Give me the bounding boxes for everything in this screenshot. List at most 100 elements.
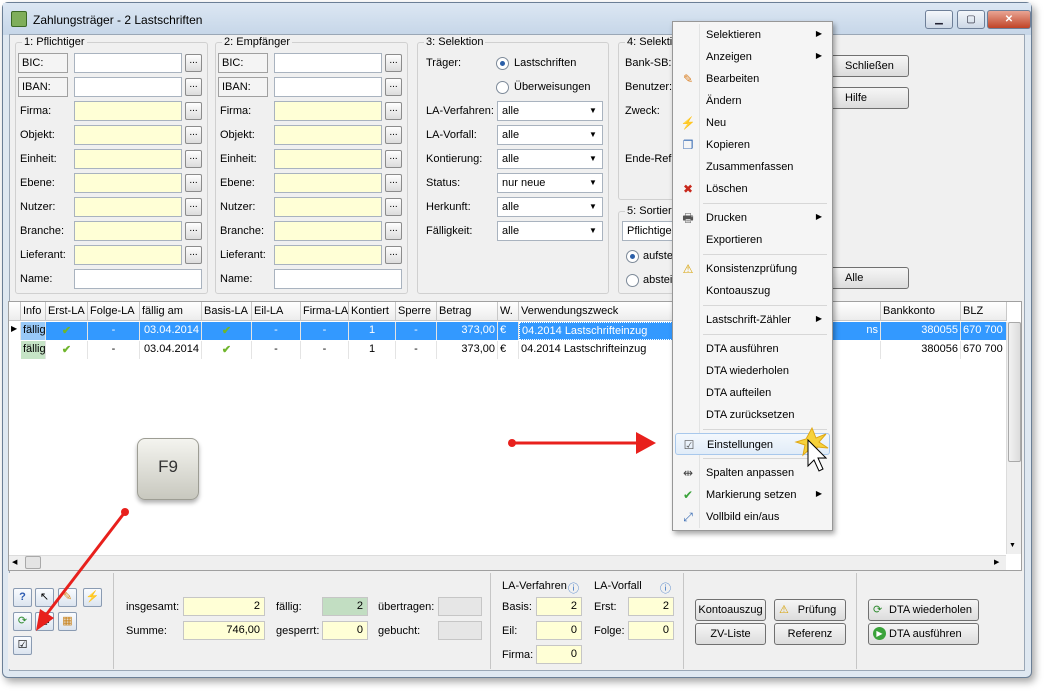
branche-browse-button[interactable]: ... [385,222,402,240]
iban-browse-button[interactable]: ... [185,78,202,96]
column-header[interactable]: Basis-LA [202,302,252,321]
menu-item-dta-ausfuehren[interactable]: DTA ausführen [675,338,830,360]
ebene-browse-button[interactable]: ... [385,174,402,192]
column-header[interactable]: Erst-LA [46,302,88,321]
lavorfall-select[interactable]: alle ▼ [497,125,603,145]
lieferant-input[interactable] [274,245,382,265]
bic-browse-button[interactable]: ... [385,54,402,72]
referenz-button[interactable]: Referenz [774,623,846,645]
nutzer-input[interactable] [274,197,382,217]
menu-item-dta-zuruecksetzen[interactable]: DTA zurücksetzen [675,404,830,426]
nutzer-input[interactable] [74,197,182,217]
menu-item-anzeigen[interactable]: Anzeigen ▶ [675,46,830,68]
objekt-browse-button[interactable]: ... [385,126,402,144]
zv-liste-button[interactable]: ZV-Liste [695,623,766,645]
branche-browse-button[interactable]: ... [185,222,202,240]
scroll-left-icon[interactable]: ◀ [12,558,17,566]
menu-item-neu[interactable]: ⚡ Neu [675,112,830,134]
status-select[interactable]: nur neue ▼ [497,173,603,193]
menu-item-kopieren[interactable]: ❐ Kopieren [675,134,830,156]
objekt-input[interactable] [74,125,182,145]
menu-item-exportieren[interactable]: Exportieren [675,229,830,251]
lieferant-browse-button[interactable]: ... [385,246,402,264]
ebene-input[interactable] [74,173,182,193]
export-icon[interactable]: ▦ [58,612,77,631]
iban-input[interactable] [274,77,382,97]
pruefung-button[interactable]: ⚠ Prüfung [774,599,846,621]
pencil-icon[interactable]: ✎ [58,588,77,607]
column-header[interactable]: Kontiert [349,302,396,321]
firma-input[interactable] [74,101,182,121]
ueberweisungen-radio[interactable] [496,81,509,94]
menu-item-vollbild[interactable]: ⤢ Vollbild ein/aus [675,506,830,528]
column-header[interactable]: Folge-LA [88,302,140,321]
einheit-input[interactable] [274,149,382,169]
minimize-button[interactable]: ▁ [925,10,953,29]
menu-item-lastschrift-zaehler[interactable]: Lastschrift-Zähler ▶ [675,309,830,331]
refresh-icon[interactable]: ⟳ [13,612,32,631]
scroll-right-icon[interactable]: ▶ [994,558,999,566]
menu-item-kontoauszug[interactable]: Kontoauszug [675,280,830,302]
firma-input[interactable] [274,101,382,121]
firma-browse-button[interactable]: ... [385,102,402,120]
menu-item-drucken[interactable]: 🖶 Drucken ▶ [675,207,830,229]
menu-item-zusammenfassen[interactable]: Zusammenfassen [675,156,830,178]
herkunft-select[interactable]: alle ▼ [497,197,603,217]
column-header[interactable]: Sperre [396,302,437,321]
column-header[interactable]: W. [498,302,519,321]
lieferant-input[interactable] [74,245,182,265]
menu-item-spalten-anpassen[interactable]: ⇹ Spalten anpassen [675,462,830,484]
scroll-down-icon[interactable]: ▼ [1009,542,1016,549]
menu-item-markierung-setzen[interactable]: ✔ Markierung setzen ▶ [675,484,830,506]
settings-checkbox-icon[interactable]: ☑ [13,636,32,655]
branche-input[interactable] [274,221,382,241]
column-header[interactable]: Bankkonto [881,302,961,321]
iban-input[interactable] [74,77,182,97]
lieferant-browse-button[interactable]: ... [185,246,202,264]
info-icon[interactable]: ⓘ [660,580,671,596]
bic-input[interactable] [74,53,182,73]
objekt-browse-button[interactable]: ... [185,126,202,144]
menu-item-dta-wiederholen[interactable]: DTA wiederholen [675,360,830,382]
lastschriften-radio[interactable] [496,57,509,70]
aufsteigend-radio[interactable] [626,250,639,263]
lightning-icon[interactable]: ⚡ [83,588,102,607]
menu-item-selektieren[interactable]: Selektieren ▶ [675,24,830,46]
print-icon[interactable]: 🖶 [35,612,54,631]
kontoauszug-button[interactable]: Kontoauszug [695,599,766,621]
hilfe-button[interactable]: Hilfe [826,87,909,109]
nutzer-browse-button[interactable]: ... [185,198,202,216]
bic-input[interactable] [274,53,382,73]
menu-item-einstellungen[interactable]: ☑ Einstellungen [675,433,830,455]
bic-browse-button[interactable]: ... [185,54,202,72]
name-input[interactable] [74,269,202,289]
dta-wiederholen-button[interactable]: ⟳ DTA wiederholen [868,599,979,621]
objekt-input[interactable] [274,125,382,145]
scroll-thumb[interactable] [1008,322,1021,462]
close-button[interactable]: ✕ [987,10,1031,29]
menu-item-aendern[interactable]: Ändern [675,90,830,112]
menu-item-bearbeiten[interactable]: ✎ Bearbeiten [675,68,830,90]
kontierung-select[interactable]: alle ▼ [497,149,603,169]
alle-button[interactable]: Alle [826,267,909,289]
vertical-scrollbar[interactable]: ▼ [1006,322,1021,554]
schliessen-button[interactable]: Schließen [826,55,909,77]
laverfahren-select[interactable]: alle ▼ [497,101,603,121]
menu-item-loeschen[interactable]: ✖ Löschen [675,178,830,200]
dta-ausfuehren-button[interactable]: ▶ DTA ausführen [868,623,979,645]
column-header[interactable]: Betrag [437,302,498,321]
absteigend-radio[interactable] [626,274,639,287]
name-input[interactable] [274,269,402,289]
column-header[interactable]: Info [21,302,46,321]
column-header[interactable]: fällig am [140,302,202,321]
maximize-button[interactable]: ▢ [957,10,985,29]
column-header[interactable]: Firma-LA [301,302,349,321]
info-icon[interactable]: ⓘ [568,580,579,596]
scroll-thumb[interactable] [25,556,41,569]
einheit-input[interactable] [74,149,182,169]
einheit-browse-button[interactable]: ... [185,150,202,168]
branche-input[interactable] [74,221,182,241]
ebene-browse-button[interactable]: ... [185,174,202,192]
horizontal-scrollbar[interactable]: ◀ ▶ [9,555,1006,570]
menu-item-dta-aufteilen[interactable]: DTA aufteilen [675,382,830,404]
